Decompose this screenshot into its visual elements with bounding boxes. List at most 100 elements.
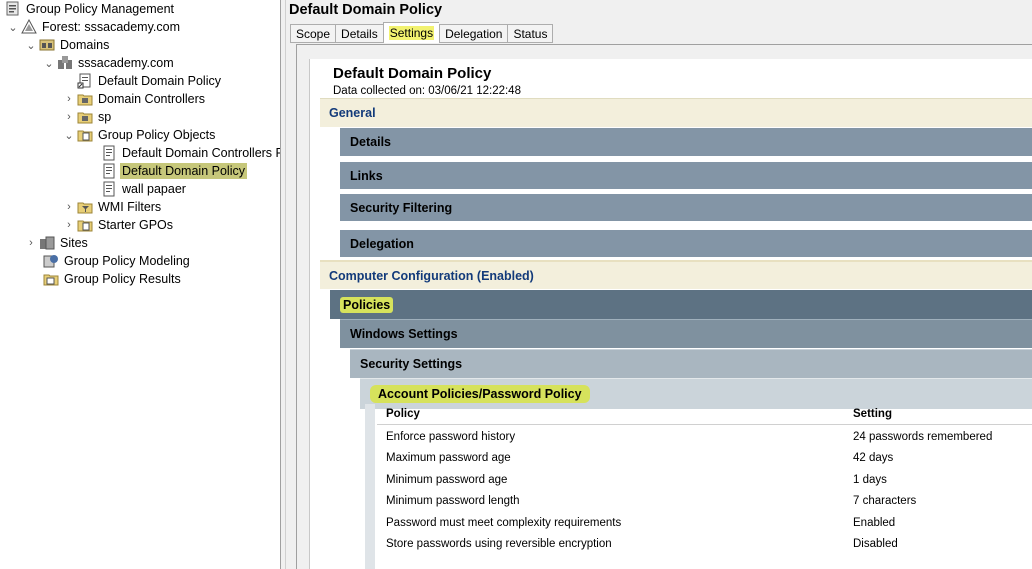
tree-item-gpo[interactable]: wall papaer: [100, 180, 188, 198]
tree-item-label: Group Policy Objects: [98, 128, 216, 142]
tree-item-label: sp: [98, 110, 112, 124]
table-row: Maximum password age 42 days: [377, 447, 1032, 468]
chevron-down-icon[interactable]: ⌄: [24, 38, 38, 52]
chevron-down-icon[interactable]: ⌄: [62, 128, 76, 142]
chevron-right-icon[interactable]: ›: [62, 218, 76, 232]
chevron-down-icon[interactable]: ⌄: [42, 56, 56, 70]
chevron-right-icon[interactable]: ›: [62, 200, 76, 214]
tree-item-label: Domain Controllers: [98, 92, 205, 106]
tree-item-gpo-link[interactable]: Default Domain Policy: [76, 72, 223, 90]
section-delegation[interactable]: Delegation: [340, 228, 1032, 257]
chevron-right-icon[interactable]: ›: [24, 236, 38, 250]
tree-item-label: Domains: [60, 38, 110, 52]
page-title: Default Domain Policy: [289, 2, 443, 18]
tree-item-sites[interactable]: › Sites: [24, 234, 90, 252]
section-policies[interactable]: Policies: [330, 290, 1032, 319]
section-details[interactable]: Details: [340, 127, 1032, 156]
chevron-down-icon[interactable]: ⌄: [6, 20, 20, 34]
policy-setting: 1 days: [853, 473, 887, 486]
tab-strip: Scope Details Settings Delegation Status: [290, 22, 554, 43]
domains-icon: [38, 37, 55, 53]
policy-setting: 24 passwords remembered: [853, 430, 993, 443]
column-header-setting: Setting: [853, 408, 892, 420]
tree-item-gpo-container[interactable]: ⌄ Group Policy Objects: [62, 126, 217, 144]
tab-details[interactable]: Details: [335, 24, 383, 43]
starter-gpo-folder-icon: [76, 217, 93, 233]
tree-item-wmi-filters[interactable]: › WMI Filters: [62, 198, 163, 216]
tree-item-domain-controllers[interactable]: › Domain Controllers: [62, 90, 207, 108]
tree-item-label: sssacademy.com: [78, 56, 174, 70]
domain-icon: [56, 55, 73, 71]
column-header-policy: Policy: [386, 408, 420, 420]
table-row: Store passwords using reversible encrypt…: [377, 533, 1032, 554]
chevron-right-icon[interactable]: ›: [62, 110, 76, 124]
gpo-script-icon: [100, 181, 117, 197]
tree-item-gpo-selected[interactable]: Default Domain Policy: [100, 162, 247, 180]
table-header: Policy Setting: [377, 404, 1032, 425]
report-title: Default Domain Policy: [333, 65, 492, 82]
tree-item-label: Group Policy Modeling: [64, 254, 190, 268]
tree-item-sp[interactable]: › sp: [62, 108, 113, 126]
tab-settings[interactable]: Settings: [382, 22, 440, 43]
tree-item-label: Default Domain Policy: [98, 74, 221, 88]
chevron-right-icon[interactable]: ›: [62, 92, 76, 106]
policy-name: Maximum password age: [386, 451, 511, 464]
tab-status[interactable]: Status: [507, 24, 554, 43]
details-pane: Default Domain Policy Scope Details Sett…: [286, 0, 1032, 569]
ou-folder-icon: [76, 91, 93, 107]
tree-item-starter-gpos[interactable]: › Starter GPOs: [62, 216, 175, 234]
section-windows-settings[interactable]: Windows Settings: [340, 319, 1032, 348]
gpmc-console-icon: [4, 1, 21, 17]
section-computer-configuration[interactable]: Computer Configuration (Enabled): [320, 260, 1032, 289]
table-row: Minimum password age 1 days: [377, 469, 1032, 490]
tree-item-label: Sites: [60, 236, 88, 250]
table-row: Password must meet complexity requiremen…: [377, 512, 1032, 533]
ou-folder-icon: [76, 109, 93, 125]
policy-name: Store passwords using reversible encrypt…: [386, 537, 612, 550]
indent-strip: [365, 404, 375, 569]
section-general[interactable]: General: [320, 98, 1032, 127]
wmi-folder-icon: [76, 199, 93, 215]
policy-name: Minimum password length: [386, 494, 520, 507]
tree-item-forest[interactable]: ⌄ Forest: sssacademy.com: [6, 18, 182, 36]
settings-report-frame: Default Domain Policy Data collected on:…: [296, 44, 1032, 569]
gpo-folder-icon: [76, 127, 93, 143]
policy-setting: Enabled: [853, 516, 896, 529]
policy-setting: 7 characters: [853, 494, 917, 507]
tree-item-gpo[interactable]: Default Domain Controllers Po: [100, 144, 293, 162]
section-security-settings[interactable]: Security Settings: [350, 349, 1032, 378]
tree-item-domain[interactable]: ⌄ sssacademy.com: [42, 54, 176, 72]
tab-delegation[interactable]: Delegation: [439, 24, 508, 43]
policy-name: Password must meet complexity requiremen…: [386, 516, 622, 529]
gpo-link-icon: [76, 73, 93, 89]
section-links[interactable]: Links: [340, 160, 1032, 189]
gpo-script-icon: [100, 163, 117, 179]
policy-name: Minimum password age: [386, 473, 508, 486]
modeling-icon: [42, 253, 59, 269]
tree-item-label: WMI Filters: [98, 200, 162, 214]
tree-item-label: Default Domain Controllers Po: [122, 146, 291, 160]
policy-name: Enforce password history: [386, 430, 516, 443]
table-row: Minimum password length 7 characters: [377, 490, 1032, 511]
tree-item-label: Starter GPOs: [98, 218, 174, 232]
settings-report: Default Domain Policy Data collected on:…: [309, 59, 1032, 569]
tree-item-gpmc[interactable]: Group Policy Management: [4, 0, 176, 18]
policy-setting: Disabled: [853, 537, 898, 550]
table-row: Enforce password history 24 passwords re…: [377, 426, 1032, 447]
tree-item-label: Group Policy Management: [26, 2, 174, 16]
tab-scope[interactable]: Scope: [290, 24, 336, 43]
results-icon: [42, 271, 59, 287]
tree-item-results[interactable]: Group Policy Results: [42, 270, 183, 288]
section-security-filtering[interactable]: Security Filtering: [340, 192, 1032, 221]
sites-icon: [38, 235, 55, 251]
tree-item-label: Forest: sssacademy.com: [42, 20, 181, 34]
policy-setting: 42 days: [853, 451, 894, 464]
tree-item-domains[interactable]: ⌄ Domains: [24, 36, 111, 54]
tree-item-label: Group Policy Results: [64, 272, 181, 286]
console-tree: Group Policy Management ⌄ Forest: sssaca…: [0, 0, 291, 569]
forest-icon: [20, 19, 37, 35]
tree-item-label: Default Domain Policy: [120, 163, 247, 179]
gpo-script-icon: [100, 145, 117, 161]
data-collected-timestamp: Data collected on: 03/06/21 12:22:48: [333, 85, 521, 97]
tree-item-modeling[interactable]: Group Policy Modeling: [42, 252, 192, 270]
